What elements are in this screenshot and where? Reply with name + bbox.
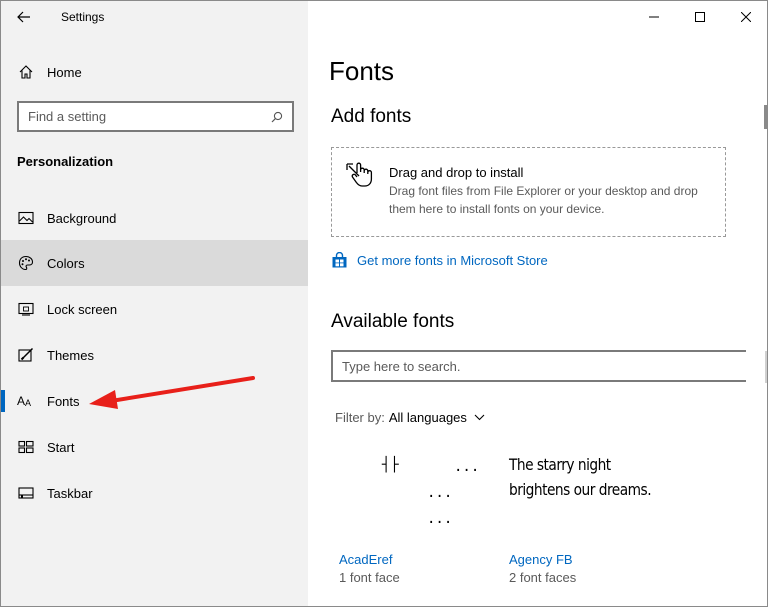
sidebar-item-label: Fonts [47,393,80,409]
font-search-box[interactable] [331,350,746,382]
language-filter[interactable]: Filter by: All languages [335,410,485,425]
drop-zone-title: Drag and drop to install [389,165,524,180]
font-search-input[interactable] [333,352,746,380]
font-face-count: 1 font face [339,570,400,585]
scrollbar-thumb[interactable] [764,105,767,129]
store-bag-icon [332,252,347,268]
chevron-down-icon [474,414,485,421]
minimize-button[interactable] [631,1,677,33]
microsoft-store-link[interactable]: Get more fonts in Microsoft Store [331,252,548,269]
taskbar-icon [16,487,36,499]
setting-search-box[interactable] [17,101,294,132]
home-icon [16,64,36,80]
close-icon [741,12,751,22]
sidebar-item-taskbar[interactable]: Taskbar [1,470,308,516]
minimize-icon [649,16,659,18]
section-title: Personalization [17,154,114,169]
font-drop-zone[interactable]: Drag and drop to install Drag font files… [331,147,726,237]
font-preview-line: ... [454,459,480,475]
selection-indicator [1,390,5,412]
font-preview-line: The starry night [509,455,611,474]
drag-hand-icon [345,160,379,193]
scrollbar-rail [765,351,767,383]
setting-search-input[interactable] [28,103,267,130]
settings-window: Settings Home Personalization Background [0,0,768,607]
sidebar: Settings Home Personalization Background [1,1,308,606]
app-title: Settings [61,10,105,24]
font-tile-agency-fb[interactable]: The starry night brightens our dreams. A… [509,449,679,589]
font-preview-line: brightens our dreams. [509,480,652,499]
font-preview-line: ... [427,485,453,501]
back-button[interactable] [11,5,37,29]
themes-icon [16,347,36,363]
main-content: Fonts Add fonts Drag and drop to install… [308,1,767,606]
home-nav-item[interactable]: Home [1,55,308,89]
sidebar-item-label: Taskbar [47,485,93,501]
back-arrow-icon [17,11,30,23]
font-tile-acaderef[interactable]: ┤├ ... ... ... AcadEref 1 font face [339,449,489,589]
store-link-label: Get more fonts in Microsoft Store [357,253,548,268]
sidebar-item-label: Colors [47,255,85,271]
maximize-button[interactable] [677,1,723,33]
page-title: Fonts [329,56,395,86]
sidebar-item-background[interactable]: Background [1,195,308,241]
sidebar-item-label: Lock screen [47,301,118,317]
filter-label: Filter by: [335,410,385,425]
sidebar-item-start[interactable]: Start [1,424,308,470]
annotation-arrow [89,376,255,409]
title-bar: Settings [1,1,308,33]
font-preview-line: ┤├ [382,457,399,473]
sidebar-item-label: Start [47,439,75,455]
font-face-count: 2 font faces [509,570,577,585]
palette-icon [16,255,36,271]
window-controls [631,1,767,33]
svg-text:A: A [25,398,31,408]
add-fonts-heading: Add fonts [331,106,412,127]
sidebar-item-label: Themes [47,347,94,363]
drop-zone-description: Drag font files from File Explorer or yo… [389,184,698,216]
search-icon[interactable] [267,107,287,127]
picture-icon [16,211,36,225]
font-name: AcadEref [339,552,393,567]
font-preview-line: ... [427,511,453,527]
font-name: Agency FB [509,552,573,567]
maximize-icon [695,12,705,22]
fonts-icon: AA [16,394,36,408]
sidebar-item-colors[interactable]: Colors [1,240,308,286]
lock-screen-icon [16,302,36,316]
filter-value: All languages [388,410,467,425]
start-icon [16,440,36,454]
sidebar-item-label: Background [47,210,117,226]
sidebar-item-lock-screen[interactable]: Lock screen [1,286,308,332]
available-fonts-heading: Available fonts [331,311,455,332]
close-button[interactable] [723,1,767,33]
home-label: Home [47,64,82,80]
svg-text:A: A [17,394,25,408]
